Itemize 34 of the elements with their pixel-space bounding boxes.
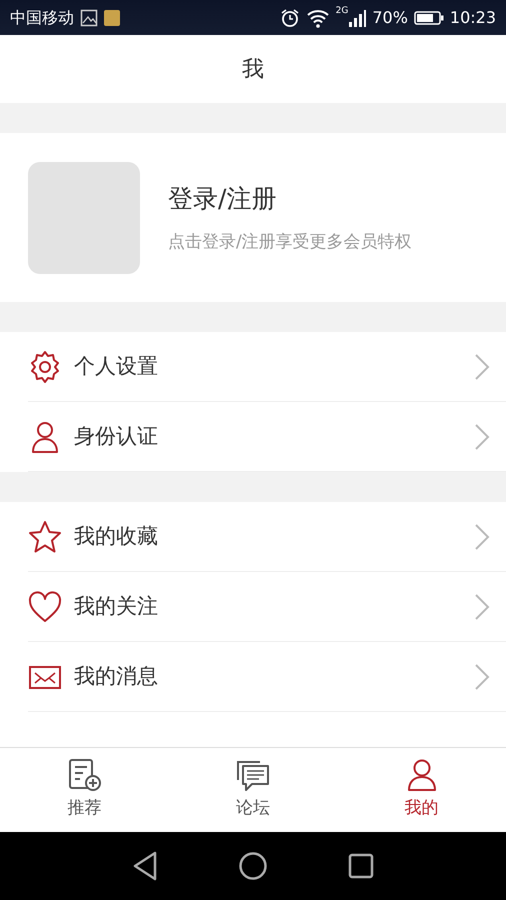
chevron-icon [474, 592, 490, 620]
image-icon [80, 8, 98, 26]
chevron-icon [474, 522, 490, 550]
login-title[interactable]: 登录/注册 [168, 180, 412, 218]
heart-icon [28, 590, 62, 624]
carrier-name: 中国移动 [10, 6, 74, 28]
star-icon [28, 520, 62, 554]
page-title: 我 [0, 35, 506, 103]
alarm-icon [280, 8, 300, 28]
battery-percent: 70% [372, 6, 408, 28]
recents-icon[interactable] [348, 853, 374, 879]
chevron-icon [474, 422, 490, 450]
menu-item[interactable]: 我的消息 [28, 642, 506, 712]
tab-button[interactable]: 论坛 [168, 748, 338, 832]
login-subtitle: 点击登录/注册享受更多会员特权 [168, 230, 412, 254]
tab-button[interactable]: 推荐 [0, 748, 169, 832]
menu-item[interactable]: 个人设置 [28, 332, 506, 402]
back-icon[interactable] [132, 851, 158, 881]
menu-item[interactable]: 我的关注 [28, 572, 506, 642]
chevron-icon [474, 352, 490, 380]
status-time: 10:23 [450, 6, 496, 28]
document-add-icon [67, 758, 102, 792]
tab-button[interactable]: 我的 [337, 748, 506, 832]
signal-icon [348, 8, 366, 28]
chat-icon [236, 758, 270, 792]
chevron-icon [474, 662, 490, 690]
menu-item[interactable]: 身份认证 [28, 402, 506, 472]
menu-item[interactable]: 我的收藏 [28, 502, 506, 572]
battery-icon [414, 10, 444, 26]
settings-icon [28, 350, 62, 384]
notification-icon [104, 8, 120, 26]
network-label: 2G [336, 5, 348, 18]
home-icon[interactable] [238, 851, 268, 881]
wifi-icon [306, 8, 330, 28]
